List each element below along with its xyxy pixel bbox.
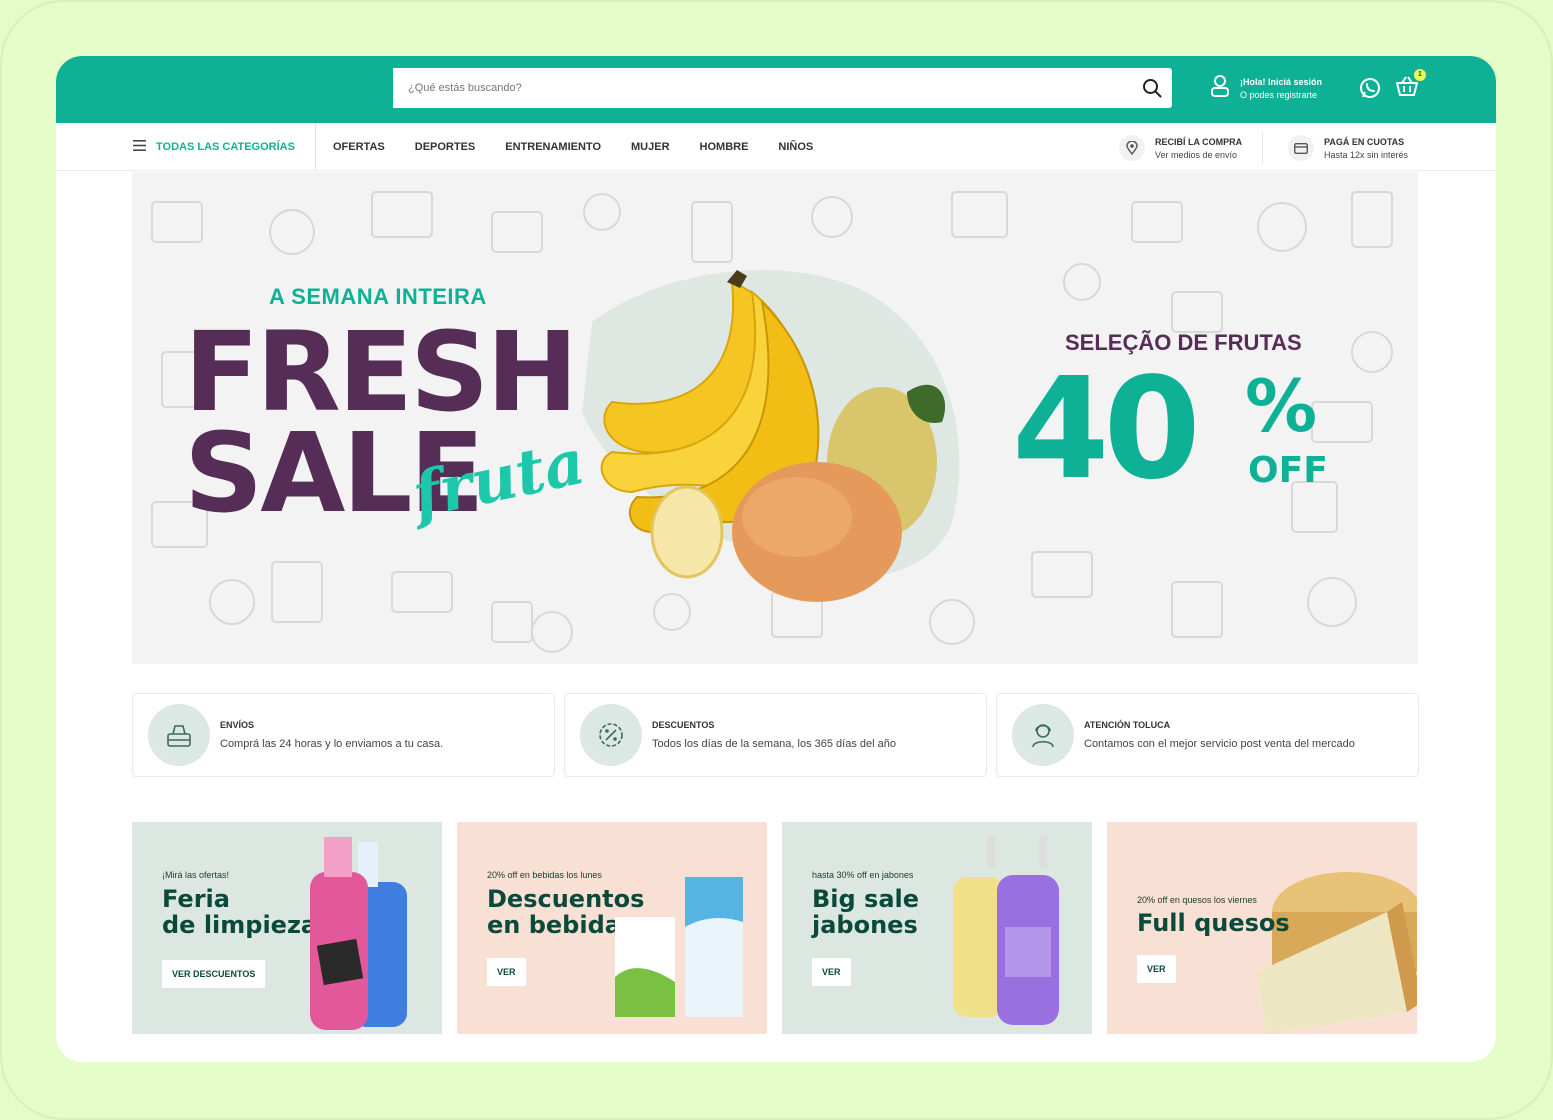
cheese-illustration	[1257, 872, 1417, 1034]
shipping-title: RECIBÍ LA COMPRA	[1155, 136, 1243, 147]
ver-button[interactable]: VER	[812, 958, 851, 986]
promo-title-line2: de limpieza	[162, 911, 318, 940]
browser-window: ¡Hola! Iniciá sesión O podes registrarte…	[56, 56, 1496, 1062]
account-title: ¡Hola! Iniciá sesión	[1240, 77, 1323, 87]
ver-button[interactable]: VER	[487, 958, 526, 986]
nav-item-hombre[interactable]: HOMBRE	[700, 141, 749, 153]
installments-info[interactable]: PAGÁ EN CUOTAS Hasta 12x sin interés	[1288, 132, 1408, 164]
promo-title: Feria de limpieza	[162, 886, 317, 939]
all-categories-label: TODAS LAS CATEGORÍAS	[156, 141, 295, 153]
nav-menu: OFERTAS DEPORTES ENTRENAMIENTO MUJER HOM…	[333, 123, 813, 171]
nav-item-entrenamiento[interactable]: ENTRENAMIENTO	[505, 141, 601, 153]
shipping-info[interactable]: RECIBÍ LA COMPRA Ver medios de envío	[1119, 132, 1264, 164]
promo-card-quesos[interactable]: 20% off en quesos los viernes Full queso…	[1107, 822, 1417, 1034]
nav-item-ninos[interactable]: NIÑOS	[778, 141, 813, 153]
installments-title: PAGÁ EN CUOTAS	[1324, 136, 1405, 147]
user-icon	[1210, 74, 1230, 103]
main-nav: TODAS LAS CATEGORÍAS OFERTAS DEPORTES EN…	[56, 123, 1496, 171]
promo-percent-sign: %	[1245, 364, 1318, 448]
promo-title: Full quesos	[1137, 909, 1290, 937]
installments-subtitle: Hasta 12x sin interés	[1324, 149, 1409, 160]
promo-kicker: hasta 30% off en jabones	[812, 870, 914, 880]
nav-item-ofertas[interactable]: OFERTAS	[333, 141, 385, 153]
feature-title: ATENCIÓN TOLUCA	[1084, 720, 1171, 730]
support-agent-icon	[1012, 704, 1074, 766]
feature-desc: Contamos con el mejor servicio post vent…	[1084, 738, 1355, 750]
cart-count-badge: 1	[1414, 69, 1426, 81]
whatsapp-icon[interactable]	[1358, 76, 1382, 105]
promo-card-bebidas[interactable]: 20% off en bebidas los lunes Descuentos …	[457, 822, 767, 1034]
search-icon[interactable]	[1132, 68, 1172, 108]
promo-kicker: 20% off en quesos los viernes	[1137, 895, 1257, 905]
location-pin-icon	[1119, 135, 1145, 161]
account-subtitle: O podes registrarte	[1240, 90, 1318, 100]
promo-title-line1: Big sale	[812, 885, 920, 913]
percent-badge-icon	[580, 704, 642, 766]
feature-desc: Todos los días de la semana, los 365 día…	[652, 738, 896, 750]
promo-title-line2: jabones	[812, 911, 918, 940]
promo-title: Big sale jabones	[812, 886, 919, 939]
top-bar: ¡Hola! Iniciá sesión O podes registrarte…	[56, 56, 1496, 123]
ver-button[interactable]: VER	[1137, 955, 1176, 983]
banana-slice-illustration	[650, 485, 724, 579]
promo-kicker: ¡Mirá las ofertas!	[162, 870, 230, 880]
shipping-subtitle: Ver medios de envío	[1155, 149, 1238, 160]
soap-bottles-illustration	[953, 837, 1059, 1025]
promo-card-jabones[interactable]: hasta 30% off en jabones Big sale jabone…	[782, 822, 1092, 1034]
feature-title: ENVÍOS	[220, 720, 255, 730]
account-link[interactable]: ¡Hola! Iniciá sesión O podes registrarte	[1210, 74, 1322, 103]
nav-item-mujer[interactable]: MUJER	[631, 141, 670, 153]
hero-kicker: A SEMANA INTEIRA	[269, 284, 487, 309]
feature-card-atencion: ATENCIÓN TOLUCA Contamos con el mejor se…	[996, 693, 1419, 777]
fruit-illustration	[582, 269, 960, 602]
cleaning-bottles-illustration	[310, 837, 407, 1030]
promo-kicker: 20% off en bebidas los lunes	[487, 870, 602, 880]
search-input[interactable]	[393, 68, 1132, 108]
promo-title-line1: Full quesos	[1137, 909, 1290, 937]
feature-title: DESCUENTOS	[652, 720, 715, 730]
credit-card-icon	[1288, 135, 1314, 161]
promo-off: OFF	[1248, 450, 1328, 491]
search-bar	[393, 68, 1172, 108]
promo-value: 40	[1012, 348, 1201, 511]
promo-card-limpieza[interactable]: ¡Mirá las ofertas! Feria de limpieza VER…	[132, 822, 442, 1034]
hero-banner[interactable]: A SEMANA INTEIRA FRESH SALE fruta SELEÇÃ…	[132, 172, 1418, 664]
feature-card-descuentos: DESCUENTOS Todos los días de la semana, …	[564, 693, 987, 777]
ver-descuentos-button[interactable]: VER DESCUENTOS	[162, 960, 266, 988]
promo-title-line1: Feria	[162, 885, 230, 913]
feature-desc: Comprá las 24 horas y lo enviamos a tu c…	[220, 738, 444, 750]
all-categories-button[interactable]: TODAS LAS CATEGORÍAS	[133, 123, 316, 171]
delivery-icon	[148, 704, 210, 766]
hamburger-icon	[133, 138, 146, 156]
hero-headline-line1: FRESH	[184, 308, 578, 436]
milk-cartons-illustration	[615, 877, 743, 1017]
nav-item-deportes[interactable]: DEPORTES	[415, 141, 476, 153]
feature-card-envios: ENVÍOS Comprá las 24 horas y lo enviamos…	[132, 693, 555, 777]
